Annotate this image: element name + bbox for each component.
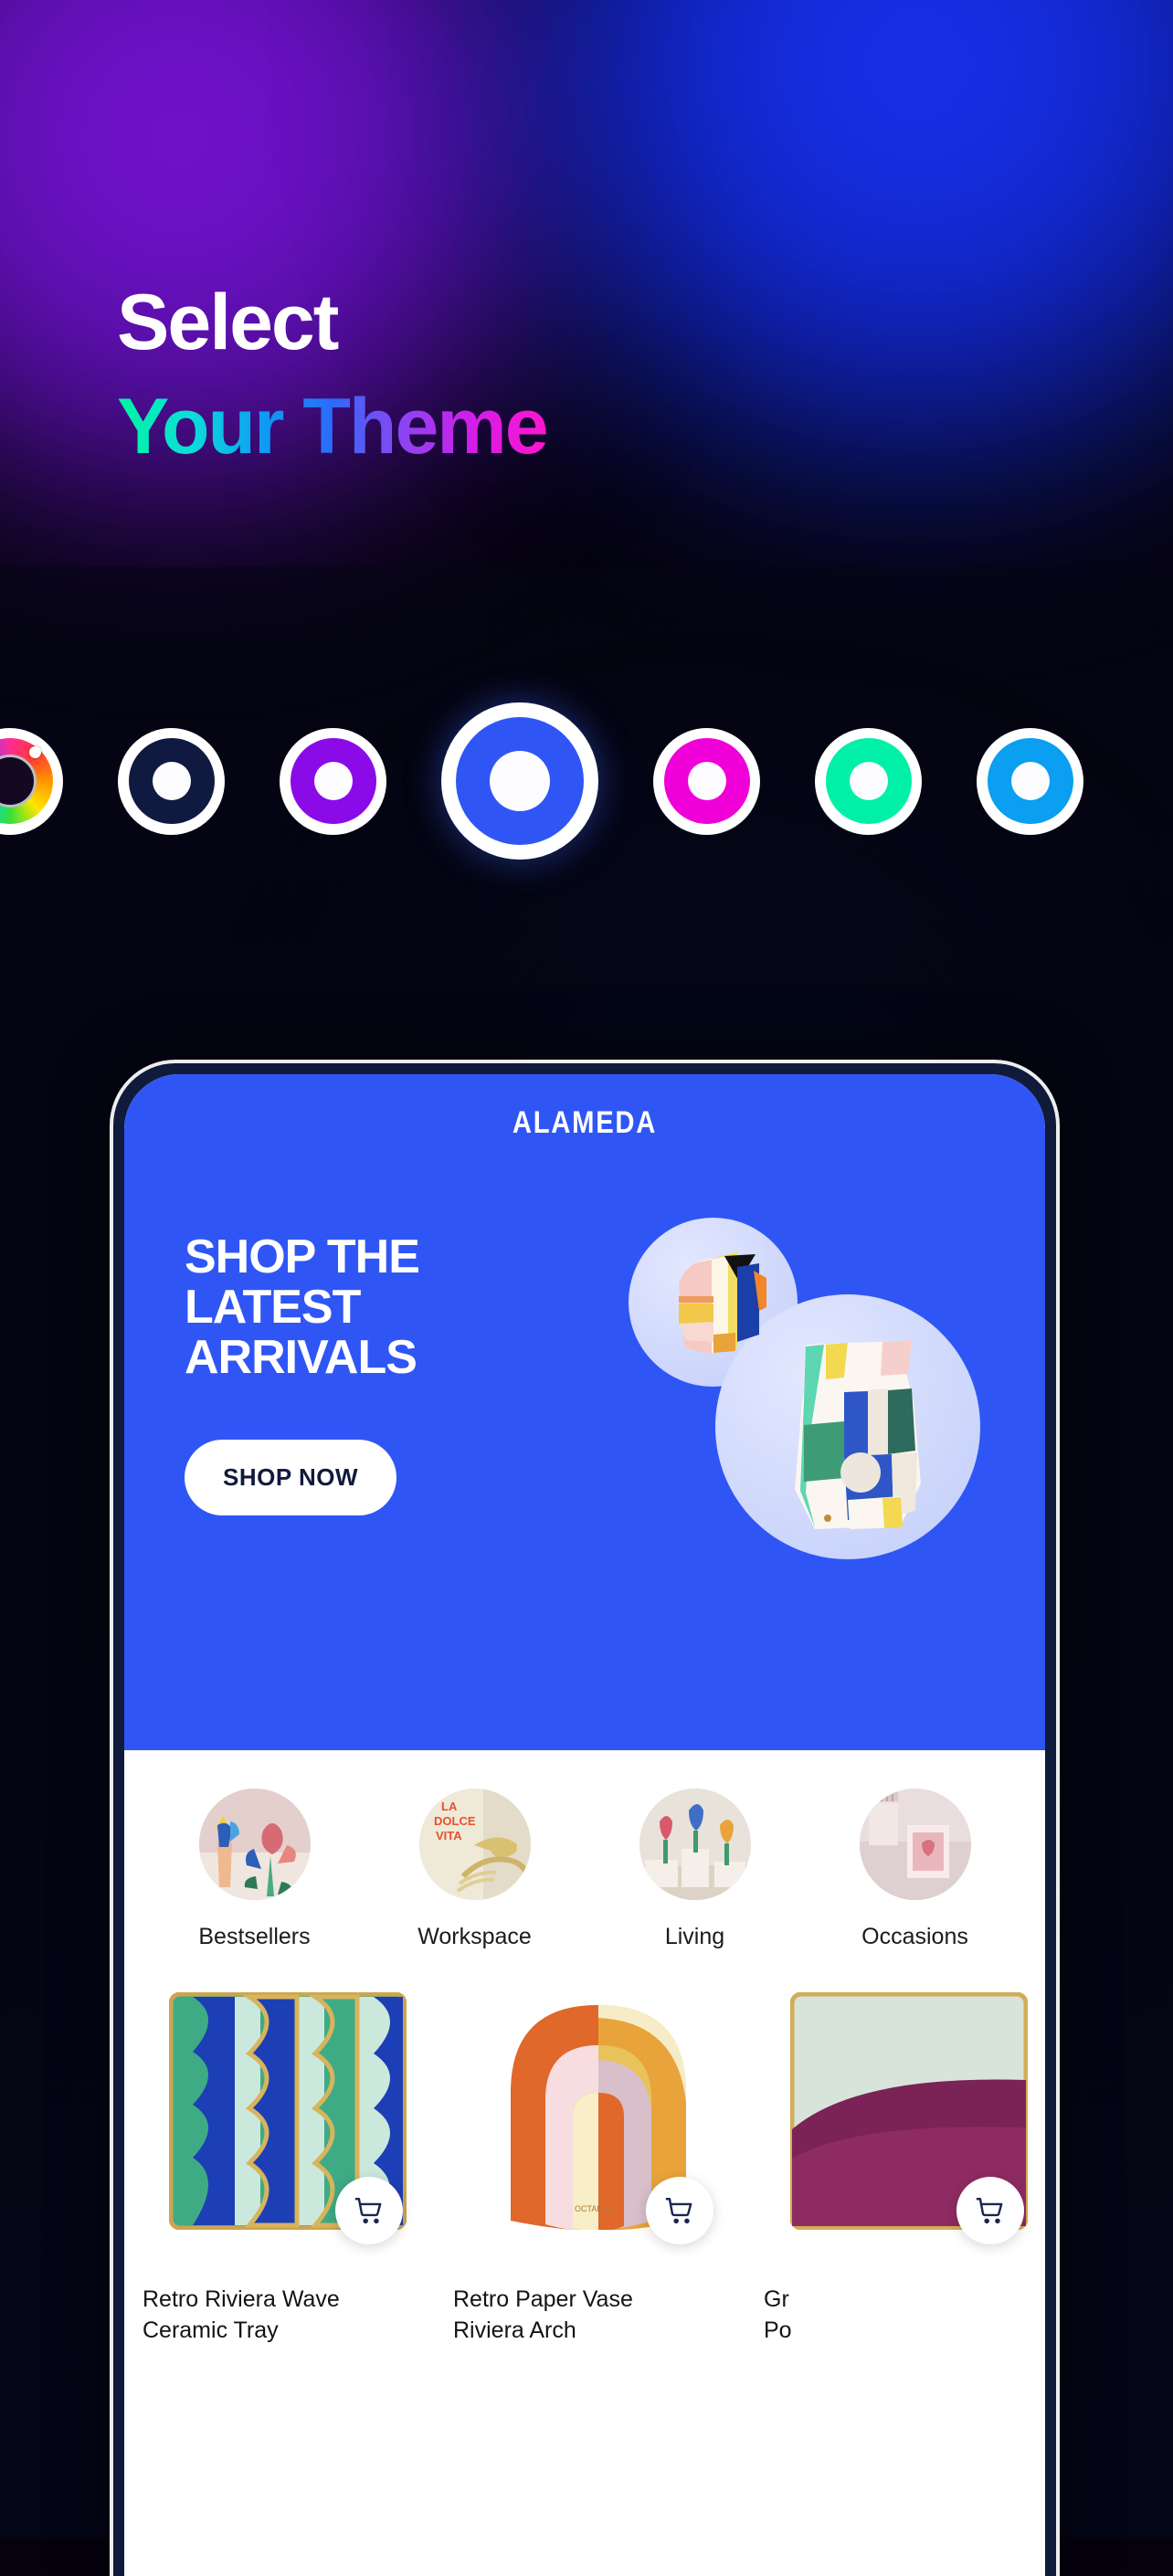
product-image <box>790 1992 1037 2244</box>
category-thumbnail <box>198 1789 311 1900</box>
hero-title-line-1: SHOP THE <box>185 1230 420 1283</box>
product-carousel[interactable]: Retro Riviera Wave Ceramic Tray OCTAEVO <box>137 1950 1045 2347</box>
cart-icon <box>665 2198 692 2224</box>
product-card[interactable]: Retro Riviera Wave Ceramic Tray <box>137 1992 448 2347</box>
swatch-royal-blue-selected[interactable] <box>441 702 598 860</box>
page-title: Select Your Theme <box>117 279 549 470</box>
cart-icon <box>976 2198 1003 2224</box>
hero-title-line-2: LATEST <box>185 1281 361 1335</box>
category-occasions[interactable]: Occasions <box>805 1789 1025 1950</box>
paper-vase-small-icon <box>679 1252 766 1353</box>
add-to-cart-button[interactable] <box>956 2177 1024 2244</box>
phone-mockup: ALAMEDA SHOP THE LATEST ARRIVALS SHOP NO… <box>110 1060 1060 2576</box>
svg-text:OCTAEVO: OCTAEVO <box>575 2204 614 2213</box>
shop-now-button[interactable]: SHOP NOW <box>185 1440 396 1516</box>
swatch-midnight-navy[interactable] <box>118 727 225 835</box>
category-label: Occasions <box>861 1924 968 1949</box>
hero-title-line-3: ARRIVALS <box>185 1331 417 1385</box>
product-title: Retro Paper Vase Riviera Arch <box>453 2286 633 2343</box>
pink-frame-icon <box>859 1789 971 1900</box>
category-thumbnail <box>859 1789 971 1900</box>
svg-text:VITA: VITA <box>436 1829 462 1842</box>
hero-copy: SHOP THE LATEST ARRIVALS SHOP NOW <box>185 1230 420 1516</box>
headline-line-2: Your Theme <box>117 383 549 470</box>
paper-flowers-icon <box>198 1789 311 1900</box>
category-label: Living <box>664 1924 725 1949</box>
category-label: Workspace <box>417 1924 532 1949</box>
product-title: Gr Po <box>764 2286 792 2343</box>
paper-vase-large-icon <box>795 1340 921 1529</box>
flower-shelf-icon <box>639 1789 751 1900</box>
product-card[interactable]: OCTAEVO Retro Paper Vase Riviera Arch <box>448 1992 758 2347</box>
product-card[interactable]: Gr Po <box>758 1992 1045 2347</box>
category-living[interactable]: Living <box>585 1789 805 1950</box>
category-workspace[interactable]: LA DOLCE VITA Workspace <box>365 1789 585 1950</box>
add-to-cart-button[interactable] <box>646 2177 713 2244</box>
app-brand-title: ALAMEDA <box>512 1105 658 1140</box>
swatch-violet[interactable] <box>280 727 386 835</box>
color-wheel-knob[interactable] <box>28 746 41 758</box>
category-bestsellers[interactable]: Bestsellers <box>144 1789 365 1950</box>
swatch-custom-color-wheel[interactable] <box>0 727 63 835</box>
hero-illustration <box>619 1205 1040 1625</box>
theme-picker[interactable] <box>0 667 1173 895</box>
dolce-vita-glasses-icon: LA DOLCE VITA <box>418 1789 531 1900</box>
add-to-cart-button[interactable] <box>335 2177 403 2244</box>
category-label: Bestsellers <box>198 1924 311 1949</box>
color-wheel-icon <box>0 738 53 824</box>
product-image: OCTAEVO <box>480 1992 726 2244</box>
category-row: Bestsellers LA DOLCE VITA Workspace Livi… <box>124 1750 1045 1950</box>
product-title: Retro Riviera Wave Ceramic Tray <box>143 2286 340 2343</box>
svg-text:LA: LA <box>441 1800 458 1813</box>
cart-icon <box>354 2198 382 2224</box>
category-thumbnail: LA DOLCE VITA <box>418 1789 531 1900</box>
svg-text:DOLCE: DOLCE <box>434 1814 476 1828</box>
phone-screen: ALAMEDA SHOP THE LATEST ARRIVALS SHOP NO… <box>124 1074 1045 2576</box>
category-thumbnail <box>639 1789 751 1900</box>
swatch-sky-blue[interactable] <box>977 727 1083 835</box>
swatch-magenta[interactable] <box>653 727 760 835</box>
hero-banner: ALAMEDA SHOP THE LATEST ARRIVALS SHOP NO… <box>124 1074 1045 1750</box>
headline-line-1: Select <box>117 279 339 366</box>
swatch-spring-green[interactable] <box>815 727 922 835</box>
product-image <box>169 1992 416 2244</box>
